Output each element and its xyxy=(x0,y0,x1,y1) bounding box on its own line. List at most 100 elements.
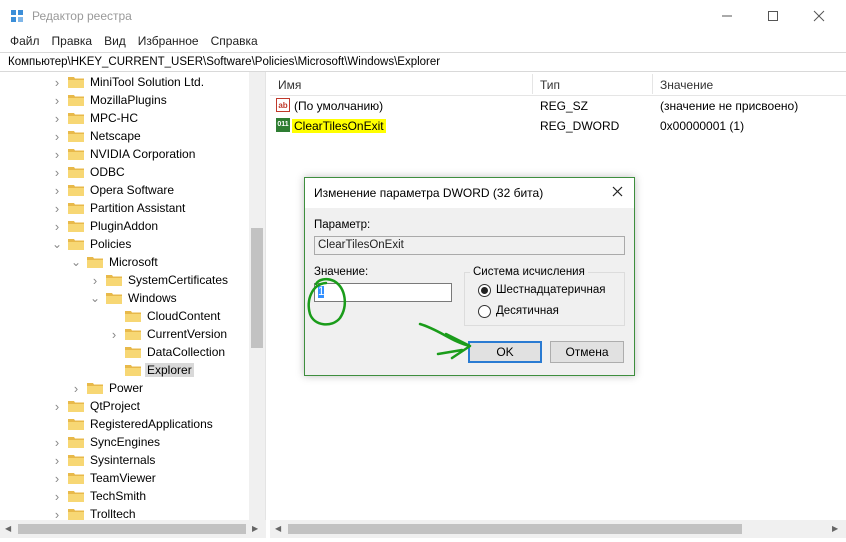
chevron-right-icon[interactable]: › xyxy=(52,183,62,198)
chevron-right-icon[interactable]: › xyxy=(52,489,62,504)
tree-item[interactable]: › CurrentVersion xyxy=(109,325,229,343)
chevron-down-icon[interactable]: ⌄ xyxy=(90,291,100,305)
chevron-right-icon[interactable]: › xyxy=(52,111,62,126)
cancel-button[interactable]: Отмена xyxy=(550,341,624,363)
chevron-right-icon[interactable]: › xyxy=(52,219,62,234)
menu-view[interactable]: Вид xyxy=(98,32,132,52)
tree-item[interactable]: ⌄ Windows xyxy=(90,289,179,307)
tree-scroll-left-arrow[interactable]: ◀ xyxy=(5,524,11,533)
folder-icon xyxy=(68,149,84,160)
menu-favorites[interactable]: Избранное xyxy=(132,32,205,52)
param-name-field: ClearTilesOnExit xyxy=(314,236,625,255)
tree-scroll-right-arrow[interactable]: ▶ xyxy=(252,524,258,533)
string-value-icon: ab xyxy=(276,98,290,112)
tree-item-label: QtProject xyxy=(90,399,141,413)
tree-item[interactable]: › SyncEngines xyxy=(52,433,162,451)
tree-item[interactable]: CloudContent xyxy=(109,307,222,325)
tree-item[interactable]: › Sysinternals xyxy=(52,451,157,469)
tree-horizontal-scroll-thumb[interactable] xyxy=(18,524,246,534)
tree-item[interactable]: › TeamViewer xyxy=(52,469,158,487)
tree-item-label: Power xyxy=(109,381,144,395)
chevron-right-icon[interactable]: › xyxy=(52,453,62,468)
tree-item[interactable]: › MozillaPlugins xyxy=(52,91,169,109)
folder-icon xyxy=(68,239,84,250)
ok-button[interactable]: OK xyxy=(468,341,542,363)
list-row[interactable]: 011 ClearTilesOnExit REG_DWORD 0x0000000… xyxy=(270,117,846,135)
tree-item[interactable]: Explorer xyxy=(109,361,194,379)
list-row[interactable]: ab (По умолчанию) REG_SZ (значение не пр… xyxy=(270,97,846,115)
chevron-right-icon[interactable]: › xyxy=(52,507,62,521)
chevron-right-icon[interactable]: › xyxy=(71,381,81,396)
chevron-right-icon[interactable]: › xyxy=(52,471,62,486)
title-bar: Редактор реестра xyxy=(0,0,846,32)
tree-item-label: PluginAddon xyxy=(90,219,159,233)
chevron-right-icon[interactable]: › xyxy=(52,399,62,414)
folder-icon xyxy=(68,401,84,412)
menu-help[interactable]: Справка xyxy=(205,32,264,52)
chevron-right-icon[interactable]: › xyxy=(109,327,119,342)
value-name: (По умолчанию) xyxy=(294,99,384,113)
tree-item[interactable]: › Trolltech xyxy=(52,505,138,520)
chevron-right-icon[interactable]: › xyxy=(52,129,62,144)
tree-item[interactable]: › MiniTool Solution Ltd. xyxy=(52,73,206,91)
radio-hexadecimal[interactable] xyxy=(478,284,491,297)
maximize-button[interactable] xyxy=(750,0,796,32)
tree-vertical-scroll-thumb[interactable] xyxy=(251,228,263,348)
address-bar[interactable]: Компьютер\HKEY_CURRENT_USER\Software\Pol… xyxy=(0,52,846,72)
chevron-down-icon[interactable]: ⌄ xyxy=(71,255,81,269)
tree-item[interactable]: › NVIDIA Corporation xyxy=(52,145,197,163)
list-horizontal-scroll-thumb[interactable] xyxy=(288,524,742,534)
tree-item[interactable]: › TechSmith xyxy=(52,487,148,505)
folder-icon xyxy=(106,293,122,304)
tree-item[interactable]: › QtProject xyxy=(52,397,142,415)
chevron-right-icon[interactable]: › xyxy=(52,93,62,108)
tree-item[interactable]: DataCollection xyxy=(109,343,227,361)
radio-decimal-label[interactable]: Десятичная xyxy=(496,305,559,317)
folder-icon xyxy=(68,473,84,484)
chevron-right-icon[interactable]: › xyxy=(52,201,62,216)
tree-item[interactable]: › Partition Assistant xyxy=(52,199,187,217)
column-value-header[interactable]: Значение xyxy=(660,78,713,92)
close-button[interactable] xyxy=(796,0,842,32)
value-type: REG_SZ xyxy=(540,99,589,113)
list-scroll-right-arrow[interactable]: ▶ xyxy=(832,524,838,533)
menu-edit[interactable]: Правка xyxy=(46,32,99,52)
tree-item-label: SyncEngines xyxy=(90,435,161,449)
chevron-right-icon[interactable]: › xyxy=(52,165,62,180)
menu-file[interactable]: Файл xyxy=(4,32,46,52)
chevron-right-icon[interactable]: › xyxy=(52,75,62,90)
value-data: (значение не присвоено) xyxy=(660,99,799,113)
folder-icon xyxy=(125,311,141,322)
minimize-button[interactable] xyxy=(704,0,750,32)
tree-item[interactable]: › ODBC xyxy=(52,163,127,181)
list-scroll-left-arrow[interactable]: ◀ xyxy=(275,524,281,533)
folder-icon xyxy=(68,419,84,430)
column-divider[interactable] xyxy=(652,74,653,94)
column-name-header[interactable]: Имя xyxy=(278,78,301,92)
chevron-down-icon[interactable]: ⌄ xyxy=(52,237,62,251)
tree-item[interactable]: ⌄ Microsoft xyxy=(71,253,160,271)
tree-item[interactable]: › SystemCertificates xyxy=(90,271,230,289)
value-input[interactable]: 1 xyxy=(314,283,452,302)
tree-item[interactable]: › PluginAddon xyxy=(52,217,160,235)
tree-item[interactable]: › Netscape xyxy=(52,127,143,145)
radio-decimal[interactable] xyxy=(478,305,491,318)
tree-item-label: CurrentVersion xyxy=(147,327,228,341)
column-divider[interactable] xyxy=(532,74,533,94)
chevron-right-icon[interactable]: › xyxy=(90,273,100,288)
folder-icon xyxy=(68,509,84,520)
radio-hexadecimal-label[interactable]: Шестнадцатеричная xyxy=(496,284,605,296)
tree-item[interactable]: RegisteredApplications xyxy=(52,415,215,433)
chevron-right-icon[interactable]: › xyxy=(52,435,62,450)
registry-tree[interactable]: › MiniTool Solution Ltd. › MozillaPlugins › M… xyxy=(0,72,266,520)
tree-item-label: Microsoft xyxy=(109,255,158,269)
tree-item[interactable]: › Opera Software xyxy=(52,181,176,199)
tree-item[interactable]: › MPC-HC xyxy=(52,109,140,127)
dialog-close-button[interactable] xyxy=(605,182,629,204)
tree-item-label: Partition Assistant xyxy=(90,201,186,215)
tree-item[interactable]: › Power xyxy=(71,379,145,397)
chevron-right-icon[interactable]: › xyxy=(52,147,62,162)
column-type-header[interactable]: Тип xyxy=(540,78,560,92)
tree-item[interactable]: ⌄ Policies xyxy=(52,235,133,253)
folder-icon xyxy=(68,203,84,214)
